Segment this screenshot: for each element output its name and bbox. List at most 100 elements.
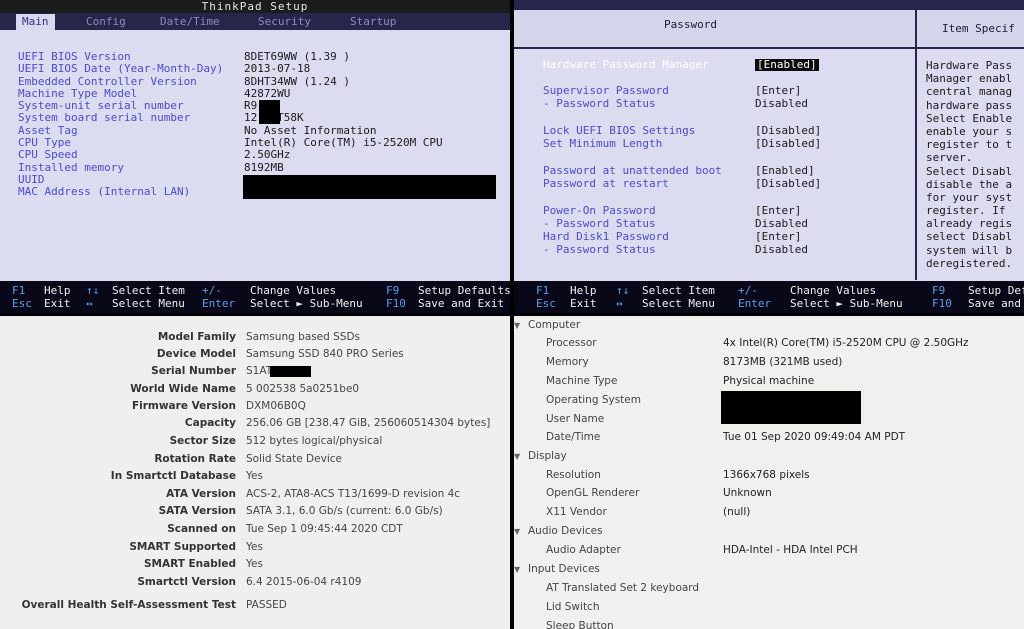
bios-row-label: UEFI BIOS Date (Year-Month-Day) xyxy=(18,62,224,76)
setting-value[interactable]: [Disabled] xyxy=(755,138,821,150)
smart-row: Overall Health Self-Assessment Test PASSE… xyxy=(0,597,510,614)
bios-statusbar: F1 Help ↑↓ Select Item +/- Change Values… xyxy=(0,281,510,313)
smart-label: In Smartctl Database xyxy=(110,470,236,482)
setting-value[interactable]: [Enter] xyxy=(755,231,801,243)
info-row[interactable]: Resolution 1366x768 pixels xyxy=(514,466,1024,485)
setting-value[interactable]: [Disabled] xyxy=(755,125,821,137)
setting-label: Set Minimum Length xyxy=(543,137,663,150)
bios-row-label: Asset Tag xyxy=(18,123,78,137)
hint-change-values: Change Values xyxy=(790,284,877,297)
info-row[interactable]: AT Translated Set 2 keyboard xyxy=(514,579,1024,598)
info-label: Machine Type xyxy=(546,375,618,387)
key-f9: F9 xyxy=(932,284,946,297)
redaction-box-uuid-mac xyxy=(243,175,496,199)
bios-row-label: UUID xyxy=(18,172,45,186)
key-f10: F10 xyxy=(386,297,406,310)
bios-row-value: Intel(R) Core(TM) i5-2520M CPU xyxy=(244,136,443,150)
smart-value: Solid State Device xyxy=(246,453,342,465)
category-label: Computer xyxy=(528,319,581,331)
setting-label: Password at unattended boot xyxy=(543,164,722,177)
setting-value-selected[interactable]: [Enabled] xyxy=(755,59,819,71)
info-row[interactable]: Lid Switch xyxy=(514,598,1024,617)
smart-value: PASSED xyxy=(246,599,287,611)
category-input[interactable]: ▼ Input Devices xyxy=(514,560,1024,579)
header-strip xyxy=(514,0,1024,10)
expand-triangle-icon[interactable]: ▼ xyxy=(514,560,528,579)
info-value: 8173MB (321MB used) xyxy=(723,356,843,368)
key-enter: Enter xyxy=(738,297,772,310)
help-line: system will b xyxy=(926,243,1013,257)
help-line: enable your s xyxy=(926,124,1013,138)
smart-label: Serial Number xyxy=(151,365,236,377)
help-line: hardware pass xyxy=(926,98,1013,112)
redaction-box xyxy=(259,112,280,125)
hint-exit: Exit xyxy=(570,297,597,310)
info-row[interactable]: Memory 8173MB (321MB used) xyxy=(514,353,1024,372)
info-row[interactable]: Machine Type Physical machine xyxy=(514,372,1024,391)
hint-sub-menu: Select ► Sub-Menu xyxy=(790,297,903,310)
info-row[interactable]: OpenGL Renderer Unknown xyxy=(514,484,1024,503)
smart-row: Capacity 256.06 GB [238.47 GiB, 256060514… xyxy=(0,415,510,432)
bios-row-value: 8DHT34WW (1.24 ) xyxy=(244,74,350,88)
category-computer[interactable]: ▼ Computer xyxy=(514,316,1024,335)
smart-label: Model Family xyxy=(157,331,236,343)
key-f10: F10 xyxy=(932,297,952,310)
smart-label: Rotation Rate xyxy=(154,453,236,465)
hint-sub-menu: Select ► Sub-Menu xyxy=(250,297,363,310)
info-row[interactable]: Processor 4x Intel(R) Core(TM) i5-2520M C… xyxy=(514,334,1024,353)
setting-value: Disabled xyxy=(755,243,808,256)
smart-row: ATA Version ACS-2, ATA8-ACS T13/1699-D re… xyxy=(0,486,510,503)
key-up-down: ↑↓ xyxy=(86,284,100,297)
smart-row: SMART Enabled Yes xyxy=(0,556,510,573)
bios-row-value: 2013-07-18 xyxy=(244,62,311,76)
smart-label: SMART Supported xyxy=(129,541,236,553)
info-row[interactable]: Audio Adapter HDA-Intel - HDA Intel PCH xyxy=(514,541,1024,560)
password-title: Password xyxy=(664,18,717,31)
info-label: Memory xyxy=(546,356,589,368)
info-row[interactable]: Date/Time Tue 01 Sep 2020 09:49:04 AM PDT xyxy=(514,428,1024,447)
bios-row-label: Embedded Controller Version xyxy=(18,74,197,88)
setting-value[interactable]: [Enter] xyxy=(755,85,801,97)
setting-label: Lock UEFI BIOS Settings xyxy=(543,124,696,137)
system-info-panel: ▼ Computer Processor 4x Intel(R) Core(TM) … xyxy=(514,316,1024,629)
smart-value: Samsung SSD 840 PRO Series xyxy=(246,348,404,360)
info-row[interactable]: Sleep Button xyxy=(514,617,1024,629)
tab-startup[interactable]: Startup xyxy=(350,14,396,30)
info-value: Physical machine xyxy=(723,375,815,387)
tab-main[interactable]: Main xyxy=(16,14,55,30)
help-line: Hardware Pass xyxy=(926,59,1013,72)
hint-setup-defaults: Setup Defaults xyxy=(418,284,510,297)
category-audio[interactable]: ▼ Audio Devices xyxy=(514,522,1024,541)
expand-triangle-icon[interactable]: ▼ xyxy=(514,522,528,541)
category-display[interactable]: ▼ Display xyxy=(514,447,1024,466)
setting-value[interactable]: [Enabled] xyxy=(755,165,815,177)
smart-value: ACS-2, ATA8-ACS T13/1699-D revision 4c xyxy=(246,488,461,500)
info-label: Operating System xyxy=(546,394,641,406)
key-plus-minus: +/- xyxy=(738,284,758,297)
redaction-box xyxy=(270,366,311,377)
expand-triangle-icon[interactable]: ▼ xyxy=(514,316,528,335)
tab-date-time[interactable]: Date/Time xyxy=(160,14,220,30)
setting-label: Password at restart xyxy=(543,177,669,190)
info-value: HDA-Intel - HDA Intel PCH xyxy=(723,544,858,556)
info-row[interactable]: X11 Vendor (null) xyxy=(514,503,1024,522)
setting-value[interactable]: [Disabled] xyxy=(755,178,821,190)
info-value: 4x Intel(R) Core(TM) i5-2520M CPU @ 2.50… xyxy=(723,337,969,349)
item-specific-help-title: Item Specif xyxy=(942,22,1015,35)
tab-security[interactable]: Security xyxy=(258,14,311,30)
hint-select-item: Select Item xyxy=(642,284,715,297)
bios-title: ThinkPad Setup xyxy=(0,0,510,13)
hint-select-item: Select Item xyxy=(112,284,185,297)
hint-save-exit: Save and Exit xyxy=(418,297,505,310)
key-enter: Enter xyxy=(202,297,236,310)
smart-label: Sector Size xyxy=(169,435,236,447)
tab-config[interactable]: Config xyxy=(86,14,126,30)
smart-row: Serial NumberS1AT 545E xyxy=(0,363,510,380)
setting-value[interactable]: [Enter] xyxy=(755,205,801,217)
bios-password-panel: Password Item Specif Hardware Password M… xyxy=(514,0,1024,313)
category-label: Input Devices xyxy=(528,563,600,575)
smart-value: 6.4 2015-06-04 r4109 xyxy=(246,576,362,588)
bios-row-label: MAC Address (Internal LAN) xyxy=(18,185,191,199)
info-label: Sleep Button xyxy=(546,620,614,629)
expand-triangle-icon[interactable]: ▼ xyxy=(514,447,528,466)
